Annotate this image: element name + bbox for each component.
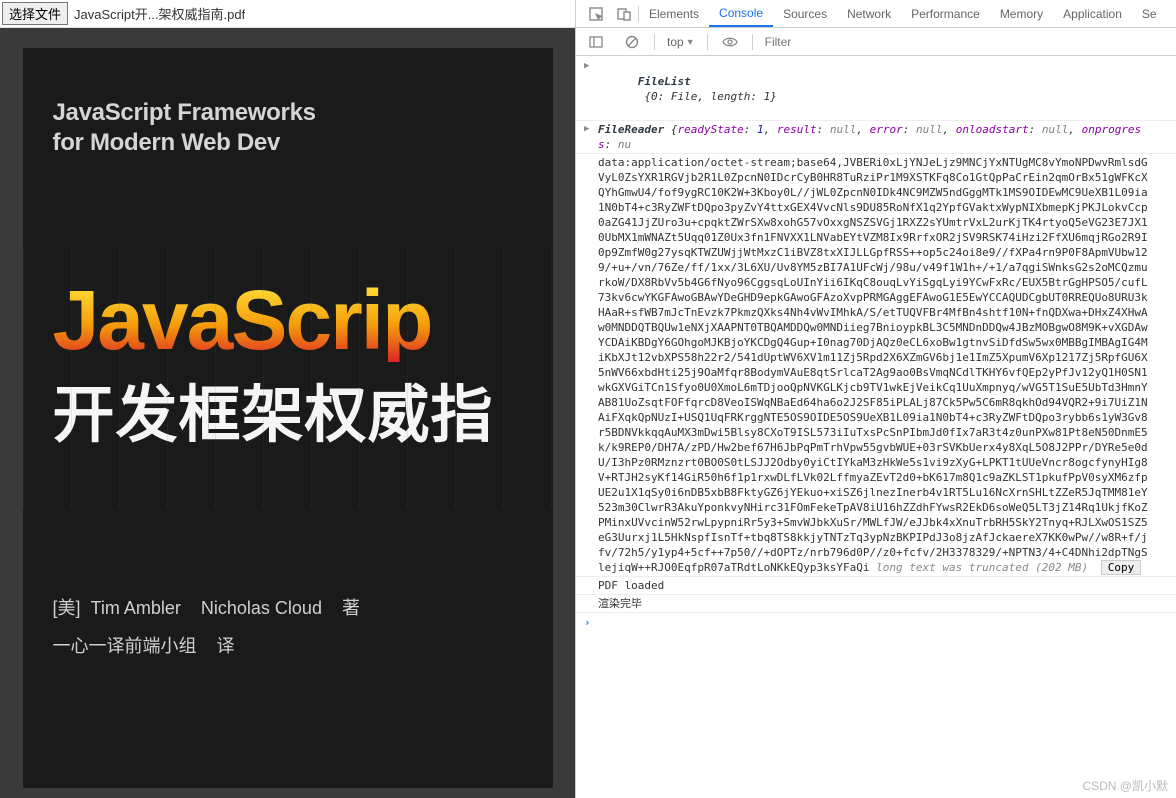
copy-button[interactable]: Copy xyxy=(1101,560,1142,575)
log-data-url: data:application/octet-stream;base64,JVB… xyxy=(576,154,1176,577)
book-translator: 一心一译前端小组 译 xyxy=(53,632,523,658)
eye-icon[interactable] xyxy=(716,36,744,48)
tab-sources[interactable]: Sources xyxy=(773,0,837,27)
devtools-panel: ElementsConsoleSourcesNetworkPerformance… xyxy=(576,0,1176,798)
tab-performance[interactable]: Performance xyxy=(901,0,990,27)
left-panel: 选择文件 JavaScript开...架权威指南.pdf JavaScript … xyxy=(0,0,576,798)
file-chooser: 选择文件 JavaScript开...架权威指南.pdf xyxy=(0,0,575,28)
tab-elements[interactable]: Elements xyxy=(639,0,709,27)
log-filereader[interactable]: FileReader {readyState: 1, result: null,… xyxy=(576,121,1176,154)
log-render-done: 渲染完毕 xyxy=(576,595,1176,613)
chosen-file-name: JavaScript开...架权威指南.pdf xyxy=(74,4,245,23)
tab-memory[interactable]: Memory xyxy=(990,0,1053,27)
console-toolbar: top ▼ xyxy=(576,28,1176,56)
filter-input[interactable] xyxy=(761,33,1170,51)
book-authors: [美] Tim Ambler Nicholas Cloud 著 xyxy=(53,594,523,620)
tab-network[interactable]: Network xyxy=(837,0,901,27)
console-output: FileList {0: File, length: 1} FileReader… xyxy=(576,56,1176,798)
book-subtitle: JavaScript Frameworks for Modern Web Dev xyxy=(53,98,523,158)
device-toggle-icon[interactable] xyxy=(610,7,638,21)
choose-file-button[interactable]: 选择文件 xyxy=(2,2,68,25)
tab-se[interactable]: Se xyxy=(1132,0,1167,27)
chevron-down-icon: ▼ xyxy=(686,37,695,47)
tab-console[interactable]: Console xyxy=(709,0,773,27)
console-prompt[interactable] xyxy=(576,613,1176,617)
hex-pattern-decor xyxy=(23,248,553,508)
inspect-icon[interactable] xyxy=(582,7,610,21)
log-pdf-loaded: PDF loaded xyxy=(576,577,1176,595)
book-cover: JavaScript Frameworks for Modern Web Dev… xyxy=(23,48,553,788)
context-selector[interactable]: top ▼ xyxy=(663,33,699,51)
devtools-tab-bar: ElementsConsoleSourcesNetworkPerformance… xyxy=(576,0,1176,28)
log-filelist[interactable]: FileList {0: File, length: 1} xyxy=(576,58,1176,121)
clear-console-icon[interactable] xyxy=(618,35,646,49)
tab-application[interactable]: Application xyxy=(1053,0,1132,27)
preview-area: JavaScript Frameworks for Modern Web Dev… xyxy=(0,28,575,798)
sidebar-toggle-icon[interactable] xyxy=(582,35,610,49)
